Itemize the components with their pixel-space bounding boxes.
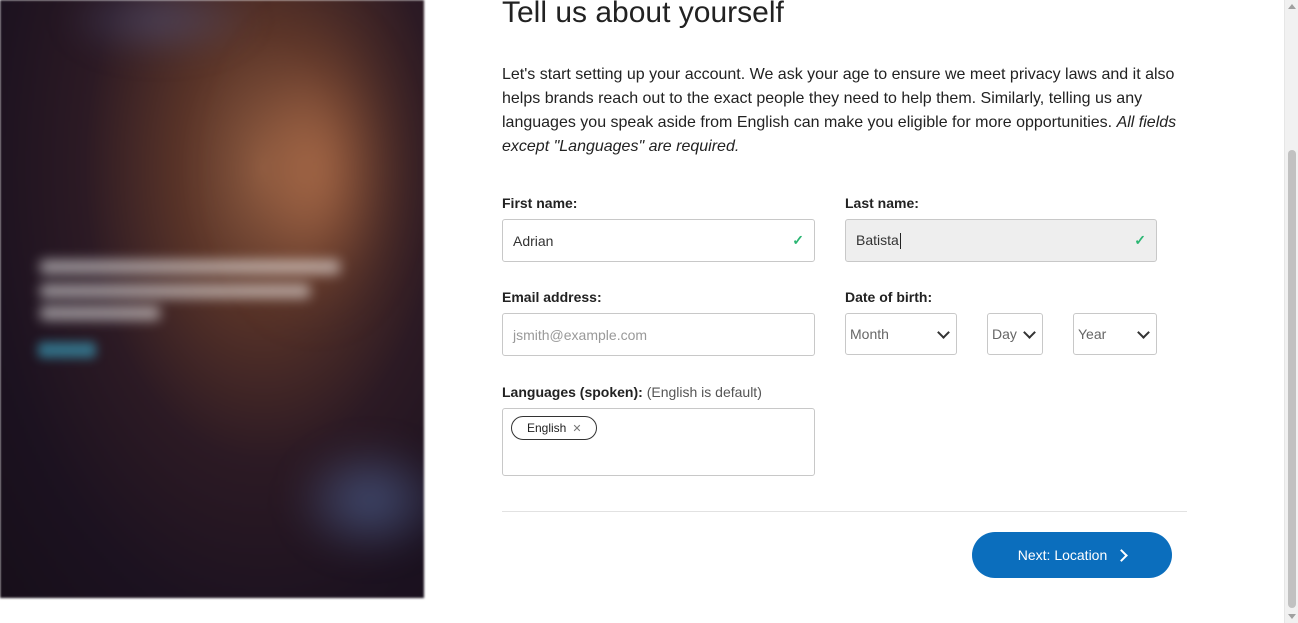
scroll-up-arrow-icon[interactable]: [1288, 4, 1296, 9]
next-location-button[interactable]: Next: Location: [972, 532, 1172, 578]
hero-blurred-button: [38, 342, 96, 358]
close-icon[interactable]: ✕: [572, 422, 581, 435]
email-input[interactable]: jsmith@example.com: [502, 313, 815, 356]
checkmark-icon: ✓: [1134, 232, 1146, 248]
languages-label: Languages (spoken): (English is default): [502, 384, 762, 400]
dob-month-select[interactable]: Month: [845, 313, 957, 355]
scrollbar-thumb[interactable]: [1288, 150, 1296, 608]
chevron-right-icon: [1115, 548, 1129, 562]
chevron-down-icon: [1137, 325, 1150, 339]
dob-year-select[interactable]: Year: [1073, 313, 1157, 355]
dob-label: Date of birth:: [845, 289, 933, 305]
divider: [502, 511, 1187, 512]
page-title: Tell us about yourself: [502, 0, 784, 29]
first-name-label: First name:: [502, 195, 578, 211]
checkmark-icon: ✓: [792, 232, 804, 248]
text-cursor: [899, 233, 901, 250]
first-name-input[interactable]: Adrian ✓: [502, 219, 815, 262]
languages-input[interactable]: English ✕: [502, 408, 815, 476]
email-label: Email address:: [502, 289, 602, 305]
scroll-down-arrow-icon[interactable]: [1288, 614, 1296, 619]
page-scrollbar[interactable]: [1284, 0, 1298, 623]
chevron-down-icon: [937, 325, 950, 339]
language-tag-english: English ✕: [511, 416, 597, 440]
last-name-label: Last name:: [845, 195, 919, 211]
hero-image-panel: [0, 0, 424, 598]
chevron-down-icon: [1023, 325, 1036, 339]
dob-day-select[interactable]: Day: [987, 313, 1043, 355]
intro-text: Let's start setting up your account. We …: [502, 66, 1177, 155]
last-name-input[interactable]: Batista ✓: [845, 219, 1157, 262]
